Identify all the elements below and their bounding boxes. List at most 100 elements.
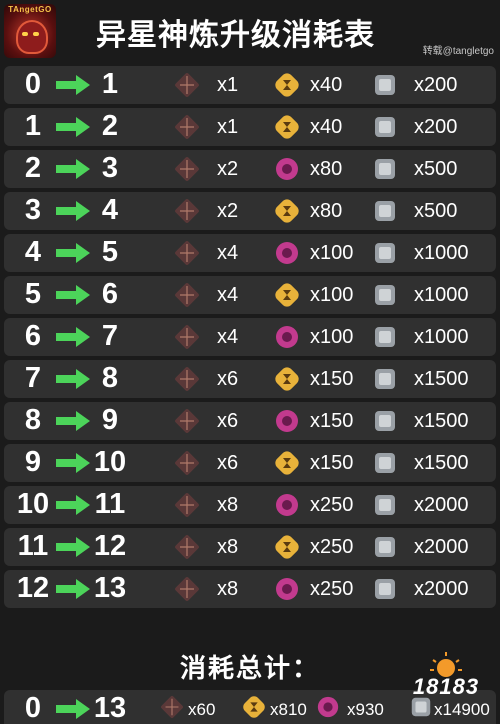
level-to: 1 bbox=[101, 68, 119, 100]
qty-cube: x1500 bbox=[414, 452, 469, 474]
qty-cube: x200 bbox=[414, 116, 458, 138]
gold-hourglass-icon bbox=[275, 535, 299, 559]
qty-cube: x500 bbox=[414, 200, 458, 222]
dark-crystal-shard-icon bbox=[175, 115, 199, 139]
upgrade-cost-table: 0 1 x1 x40 x200 1 2 x1 x40 x200 2 3 x2 x80 x500 3 4 x2 x80… bbox=[4, 66, 496, 612]
green-arrow-icon bbox=[56, 201, 90, 221]
total-level-to: 13 bbox=[93, 692, 127, 724]
level-from: 4 bbox=[24, 236, 42, 268]
dark-crystal-shard-icon bbox=[175, 451, 199, 475]
qty-material: x100 bbox=[310, 284, 354, 306]
qty-shard: x4 bbox=[217, 326, 239, 348]
silver-cube-icon bbox=[375, 159, 395, 179]
qty-cube: x1000 bbox=[414, 326, 469, 348]
gold-hourglass-icon bbox=[275, 199, 299, 223]
silver-cube-icon bbox=[375, 411, 395, 431]
silver-cube-icon bbox=[375, 453, 395, 473]
green-arrow-icon bbox=[56, 699, 90, 719]
mascot-logo-icon: TAngetGO bbox=[4, 4, 56, 58]
table-row: 2 3 x2 x80 x500 bbox=[4, 150, 496, 188]
level-to: 12 bbox=[93, 530, 127, 562]
qty-cube: x500 bbox=[414, 158, 458, 180]
green-arrow-icon bbox=[56, 495, 90, 515]
table-row: 9 10 x6 x150 x1500 bbox=[4, 444, 496, 482]
qty-material: x100 bbox=[310, 242, 354, 264]
qty-cube: x2000 bbox=[414, 536, 469, 558]
level-to: 10 bbox=[93, 446, 127, 478]
silver-cube-icon bbox=[375, 117, 395, 137]
level-from: 7 bbox=[24, 362, 42, 394]
qty-cube: x2000 bbox=[414, 578, 469, 600]
qty-shard: x6 bbox=[217, 452, 239, 474]
level-to: 8 bbox=[101, 362, 119, 394]
qty-material: x80 bbox=[310, 158, 343, 180]
dark-crystal-shard-icon bbox=[175, 409, 199, 433]
qty-shard: x1 bbox=[217, 116, 239, 138]
qty-cube: x1500 bbox=[414, 410, 469, 432]
green-arrow-icon bbox=[56, 75, 90, 95]
page-title: 异星神炼升级消耗表 bbox=[96, 19, 375, 52]
total-level-from: 0 bbox=[24, 692, 42, 724]
qty-shard: x8 bbox=[217, 494, 239, 516]
qty-shard: x8 bbox=[217, 578, 239, 600]
watermark-logo: 18183 bbox=[398, 650, 494, 710]
qty-shard: x1 bbox=[217, 74, 239, 96]
table-row: 12 13 x8 x250 x2000 bbox=[4, 570, 496, 608]
level-from: 6 bbox=[24, 320, 42, 352]
qty-material: x150 bbox=[310, 452, 354, 474]
qty-material: x250 bbox=[310, 494, 354, 516]
level-from: 11 bbox=[17, 530, 49, 562]
qty-material: x40 bbox=[310, 74, 343, 96]
silver-cube-icon bbox=[375, 327, 395, 347]
mascot-eye-icon bbox=[33, 32, 39, 36]
qty-material: x250 bbox=[310, 536, 354, 558]
qty-shard: x4 bbox=[217, 242, 239, 264]
pink-orb-icon bbox=[276, 494, 298, 516]
credit-text: 转载@tangletgo bbox=[422, 46, 494, 57]
total-qty-orb: x930 bbox=[347, 700, 384, 719]
qty-material: x150 bbox=[310, 368, 354, 390]
level-from: 12 bbox=[16, 572, 50, 604]
logo-text: TAngetGO bbox=[8, 5, 52, 14]
dark-crystal-shard-icon bbox=[175, 157, 199, 181]
dark-crystal-shard-icon bbox=[175, 493, 199, 517]
qty-shard: x6 bbox=[217, 410, 239, 432]
dark-crystal-shard-icon bbox=[175, 283, 199, 307]
gold-hourglass-icon bbox=[275, 115, 299, 139]
qty-shard: x2 bbox=[217, 158, 239, 180]
qty-cube: x1000 bbox=[414, 242, 469, 264]
qty-material: x80 bbox=[310, 200, 343, 222]
green-arrow-icon bbox=[56, 579, 90, 599]
table-row: 8 9 x6 x150 x1500 bbox=[4, 402, 496, 440]
qty-cube: x1000 bbox=[414, 284, 469, 306]
header: TAngetGO 异星神炼升级消耗表 转载@tangletgo bbox=[0, 0, 500, 62]
dark-crystal-shard-icon bbox=[175, 577, 199, 601]
qty-shard: x4 bbox=[217, 284, 239, 306]
qty-cube: x2000 bbox=[414, 494, 469, 516]
table-row: 11 12 x8 x250 x2000 bbox=[4, 528, 496, 566]
green-arrow-icon bbox=[56, 285, 90, 305]
qty-material: x40 bbox=[310, 116, 343, 138]
level-from: 2 bbox=[24, 152, 42, 184]
level-to: 4 bbox=[101, 194, 119, 226]
silver-cube-icon bbox=[375, 243, 395, 263]
silver-cube-icon bbox=[375, 579, 395, 599]
pink-orb-icon bbox=[276, 578, 298, 600]
green-arrow-icon bbox=[56, 369, 90, 389]
table-row: 7 8 x6 x150 x1500 bbox=[4, 360, 496, 398]
table-row: 5 6 x4 x100 x1000 bbox=[4, 276, 496, 314]
mascot-face-icon bbox=[16, 20, 48, 54]
table-row: 0 1 x1 x40 x200 bbox=[4, 66, 496, 104]
level-from: 10 bbox=[16, 488, 50, 520]
silver-cube-icon bbox=[375, 537, 395, 557]
table-row: 6 7 x4 x100 x1000 bbox=[4, 318, 496, 356]
pink-orb-icon bbox=[276, 158, 298, 180]
level-from: 0 bbox=[24, 68, 42, 100]
dark-crystal-shard-icon bbox=[175, 241, 199, 265]
gold-hourglass-icon bbox=[243, 696, 265, 718]
pink-orb-icon bbox=[276, 326, 298, 348]
pink-orb-icon bbox=[276, 410, 298, 432]
level-to: 9 bbox=[101, 404, 119, 436]
green-arrow-icon bbox=[56, 327, 90, 347]
qty-shard: x2 bbox=[217, 200, 239, 222]
